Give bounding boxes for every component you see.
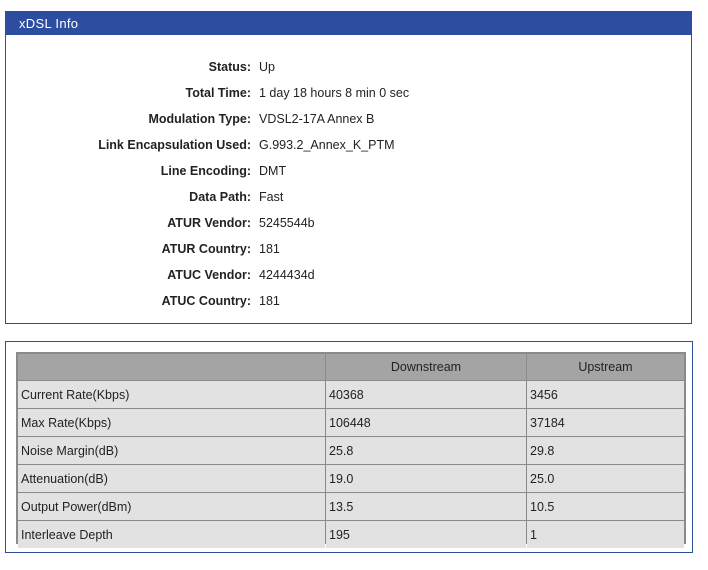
xdsl-info-panel: xDSL Info Status: Up Total Time: 1 day 1… bbox=[5, 11, 692, 324]
info-row-data-path: Data Path: Fast bbox=[6, 187, 691, 207]
metric-name: Current Rate(Kbps) bbox=[18, 381, 325, 408]
downstream-value: 19.0 bbox=[326, 465, 526, 492]
downstream-value: 106448 bbox=[326, 409, 526, 436]
metric-name: Output Power(dBm) bbox=[18, 493, 325, 520]
info-label: ATUR Country: bbox=[161, 242, 251, 256]
info-row-atuc-vendor: ATUC Vendor: 4244434d bbox=[6, 265, 691, 285]
info-value: Fast bbox=[259, 190, 284, 204]
line-stats-panel: Downstream Upstream Current Rate(Kbps) 4… bbox=[5, 341, 693, 553]
metric-name: Attenuation(dB) bbox=[18, 465, 325, 492]
line-stats-table-frame: Downstream Upstream Current Rate(Kbps) 4… bbox=[16, 352, 686, 548]
downstream-value: 25.8 bbox=[326, 437, 526, 464]
table-row: Output Power(dBm) 13.5 10.5 bbox=[18, 493, 684, 520]
info-label: ATUC Country: bbox=[161, 294, 251, 308]
table-row: Max Rate(Kbps) 106448 37184 bbox=[18, 409, 684, 436]
panel-title: xDSL Info bbox=[6, 12, 691, 35]
info-value: DMT bbox=[259, 164, 287, 178]
info-value: VDSL2-17A Annex B bbox=[259, 112, 375, 126]
info-value: 1 day 18 hours 8 min 0 sec bbox=[259, 86, 410, 100]
metric-name: Interleave Depth bbox=[18, 521, 325, 548]
upstream-value: 10.5 bbox=[527, 493, 684, 520]
info-label: Data Path: bbox=[189, 190, 251, 204]
table-header-row: Downstream Upstream bbox=[18, 354, 684, 380]
info-label: Status: bbox=[208, 60, 251, 74]
info-row-atuc-country: ATUC Country: 181 bbox=[6, 291, 691, 311]
line-stats-table: Downstream Upstream Current Rate(Kbps) 4… bbox=[17, 353, 685, 549]
upstream-value: 25.0 bbox=[527, 465, 684, 492]
table-row: Interleave Depth 195 1 bbox=[18, 521, 684, 548]
downstream-value: 13.5 bbox=[326, 493, 526, 520]
info-row-line-encoding: Line Encoding: DMT bbox=[6, 161, 691, 181]
info-value: Up bbox=[259, 60, 275, 74]
info-row-atur-country: ATUR Country: 181 bbox=[6, 239, 691, 259]
table-row: Attenuation(dB) 19.0 25.0 bbox=[18, 465, 684, 492]
info-value: 181 bbox=[259, 242, 280, 256]
info-label: ATUR Vendor: bbox=[167, 216, 251, 230]
upstream-value: 3456 bbox=[527, 381, 684, 408]
upstream-value: 37184 bbox=[527, 409, 684, 436]
table-row: Noise Margin(dB) 25.8 29.8 bbox=[18, 437, 684, 464]
column-header-metric bbox=[18, 354, 325, 380]
column-header-upstream: Upstream bbox=[527, 354, 684, 380]
table-row: Current Rate(Kbps) 40368 3456 bbox=[18, 381, 684, 408]
info-value: G.993.2_Annex_K_PTM bbox=[259, 138, 395, 152]
info-row-modulation-type: Modulation Type: VDSL2-17A Annex B bbox=[6, 109, 691, 129]
info-row-atur-vendor: ATUR Vendor: 5245544b bbox=[6, 213, 691, 233]
upstream-value: 1 bbox=[527, 521, 684, 548]
info-value: 181 bbox=[259, 294, 280, 308]
info-label: ATUC Vendor: bbox=[167, 268, 251, 282]
downstream-value: 195 bbox=[326, 521, 526, 548]
info-row-status: Status: Up bbox=[6, 57, 691, 77]
info-label: Total Time: bbox=[185, 86, 251, 100]
upstream-value: 29.8 bbox=[527, 437, 684, 464]
info-row-link-encapsulation: Link Encapsulation Used: G.993.2_Annex_K… bbox=[6, 135, 691, 155]
info-row-total-time: Total Time: 1 day 18 hours 8 min 0 sec bbox=[6, 83, 691, 103]
info-value: 5245544b bbox=[259, 216, 315, 230]
metric-name: Max Rate(Kbps) bbox=[18, 409, 325, 436]
metric-name: Noise Margin(dB) bbox=[18, 437, 325, 464]
info-label: Modulation Type: bbox=[148, 112, 251, 126]
column-header-downstream: Downstream bbox=[326, 354, 526, 380]
info-label: Line Encoding: bbox=[160, 164, 251, 178]
info-value: 4244434d bbox=[259, 268, 315, 282]
downstream-value: 40368 bbox=[326, 381, 526, 408]
info-label: Link Encapsulation Used: bbox=[98, 138, 251, 152]
